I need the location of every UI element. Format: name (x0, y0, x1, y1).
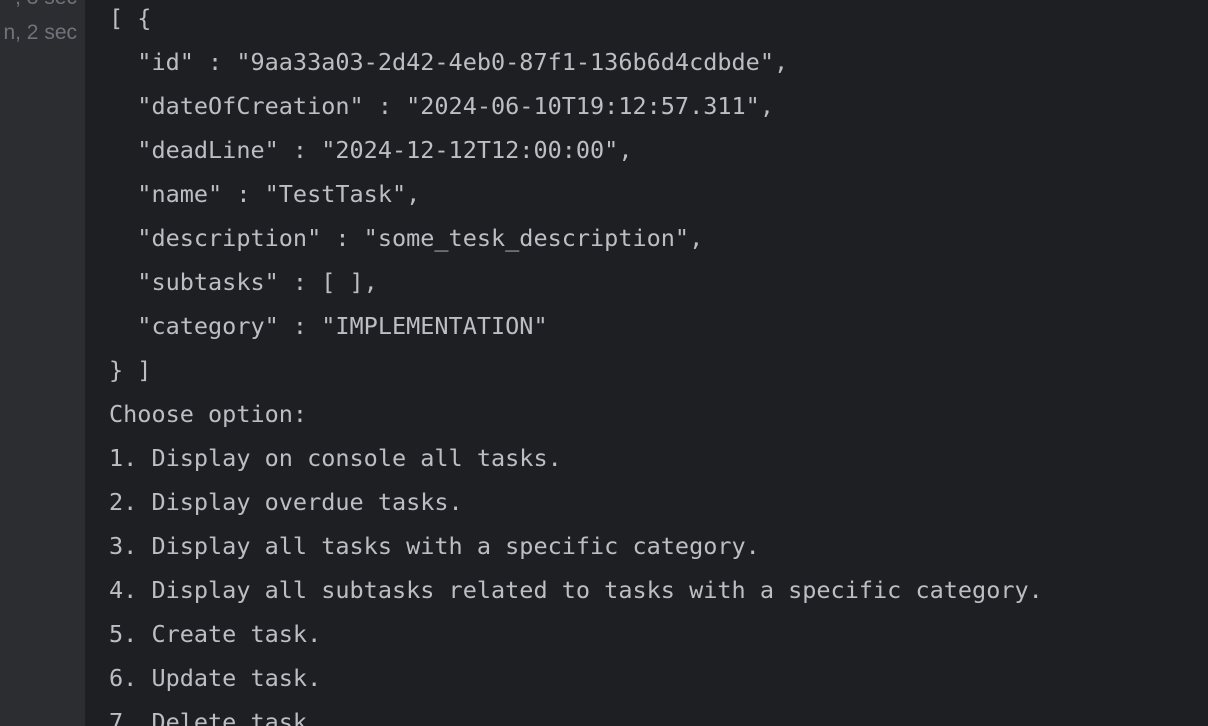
run-tool-window: , 3 sec n, 2 sec [ { "id" : "9aa33a03-2d… (0, 0, 1208, 726)
console-line: "name" : "TestTask", (109, 180, 421, 208)
console-line: Choose option: (109, 400, 308, 428)
console-output[interactable]: [ { "id" : "9aa33a03-2d42-4eb0-87f1-136b… (85, 0, 1208, 726)
console-line: "category" : "IMPLEMENTATION" (109, 312, 548, 340)
console-line: "dateOfCreation" : "2024-06-10T19:12:57.… (109, 92, 774, 120)
console-line: [ { (109, 4, 152, 32)
console-line: 6. Update task. (109, 664, 322, 692)
console-line: 5. Create task. (109, 620, 322, 648)
console-line: "deadLine" : "2024-12-12T12:00:00", (109, 136, 633, 164)
console-line: "description" : "some_tesk_description", (109, 224, 704, 252)
run-duration-label[interactable]: , 3 sec (15, 0, 77, 10)
console-line: 1. Display on console all tasks. (109, 444, 562, 472)
console-line: 4. Display all subtasks related to tasks… (109, 576, 1043, 604)
console-line: "id" : "9aa33a03-2d42-4eb0-87f1-136b6d4c… (109, 48, 789, 76)
console-line: 3. Display all tasks with a specific cat… (109, 532, 760, 560)
run-duration-label[interactable]: n, 2 sec (3, 21, 77, 45)
console-line: "subtasks" : [ ], (109, 268, 378, 296)
run-history-gutter: , 3 sec n, 2 sec (0, 0, 85, 726)
console-line: } ] (109, 356, 152, 384)
console-line: 7. Delete task. (109, 708, 322, 726)
console-line: 2. Display overdue tasks. (109, 488, 463, 516)
